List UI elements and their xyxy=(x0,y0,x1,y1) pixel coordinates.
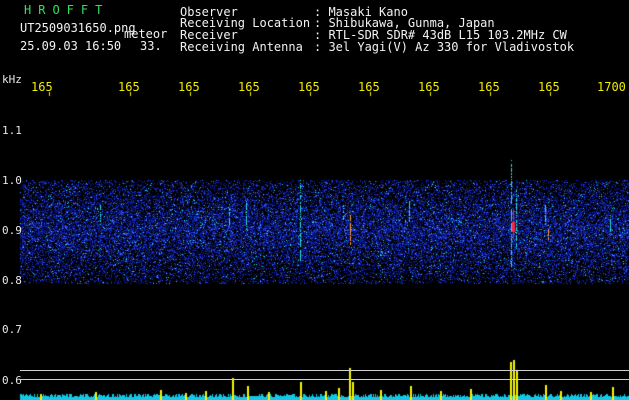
time-tick: 165 xyxy=(418,80,440,94)
freq-unit-label: kHz xyxy=(2,73,22,86)
waterfall-spectrogram xyxy=(0,0,629,400)
freq-tick: 0.7 xyxy=(2,323,22,336)
freq-tick: 1.0 xyxy=(2,174,22,187)
antenna-value: : 3el Yagi(V) Az 330 for Vladivostok xyxy=(314,40,575,54)
time-tick: 165 xyxy=(358,80,380,94)
freq-tick: 0.6 xyxy=(2,374,22,387)
count-label: 33. xyxy=(140,39,162,53)
time-tick: 165 xyxy=(118,80,140,94)
app-title: HROFFT xyxy=(24,3,110,17)
time-tick: 165 xyxy=(538,80,560,94)
time-tick: 165 xyxy=(298,80,320,94)
freq-tick: 1.1 xyxy=(2,124,22,137)
antenna-label: Receiving Antenna xyxy=(180,40,303,54)
freq-tick: 0.9 xyxy=(2,224,22,237)
datetime-label: 25.09.03 16:50 xyxy=(20,39,122,53)
freq-tick: 0.8 xyxy=(2,274,22,287)
time-tick: 165 xyxy=(478,80,500,94)
time-tick: 1700 xyxy=(597,80,626,94)
threshold-line-upper xyxy=(20,370,629,371)
time-tick: 165 xyxy=(31,80,53,94)
time-tick: 165 xyxy=(178,80,200,94)
threshold-line-lower xyxy=(20,379,629,380)
time-tick: 165 xyxy=(238,80,260,94)
filename-label: UT2509031650.png xyxy=(20,21,136,35)
